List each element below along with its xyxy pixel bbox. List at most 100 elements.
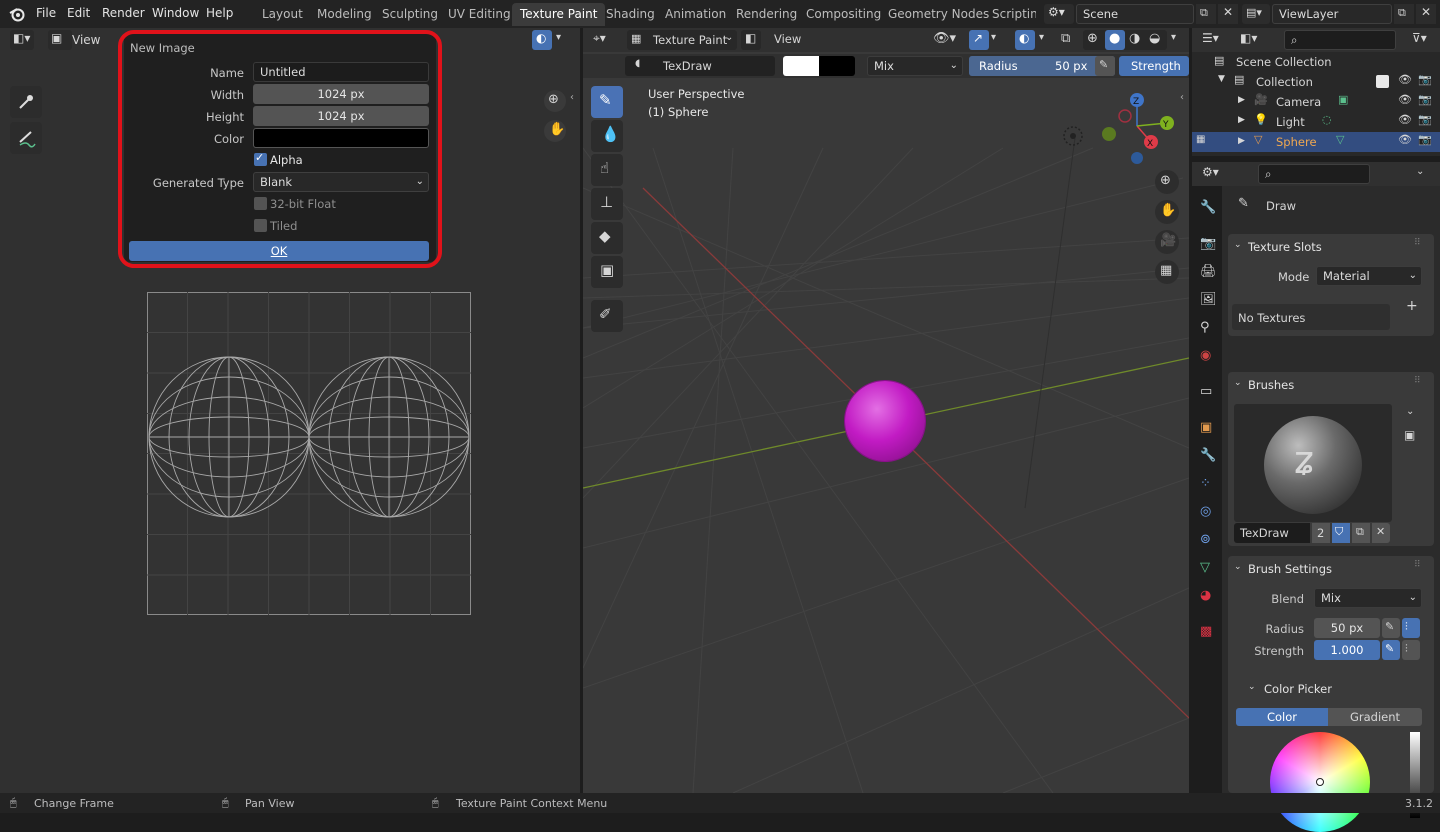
world-tab-icon[interactable]: ◉ (1200, 348, 1211, 363)
blender-logo-icon[interactable] (8, 5, 26, 23)
collection-tab-icon[interactable]: ▭ (1200, 384, 1212, 399)
output-tab-icon[interactable]: 🖨 (1200, 264, 1217, 279)
editor-type-button[interactable]: ◧▾ (10, 30, 34, 50)
mode-dropdown[interactable]: Material ⌄ (1316, 266, 1422, 286)
outliner-scene-collection[interactable]: Scene Collection (1236, 55, 1332, 69)
properties-editor-icon[interactable]: ⚙▾ (1202, 165, 1219, 179)
view-layer-tab-icon[interactable]: 🖼 (1200, 292, 1217, 307)
tab-sculpting[interactable]: Sculpting (374, 3, 446, 26)
alpha-label[interactable]: Alpha (270, 153, 303, 167)
remove-scene-button[interactable]: ✕ (1218, 4, 1238, 24)
constraints-tab-icon[interactable]: ⊚ (1200, 532, 1211, 547)
outliner-sphere[interactable]: Sphere (1276, 135, 1317, 149)
zoom-button[interactable]: ⊕ (1155, 170, 1179, 194)
display-mode-icon[interactable]: ◧▾ (1240, 31, 1257, 45)
properties-search[interactable]: ⌕ (1258, 164, 1370, 184)
outliner-row-sphere[interactable]: ▦ ▶ ▽ Sphere ▽ 👁 📷 (1192, 132, 1440, 152)
material-tab-icon[interactable]: ◕ (1200, 588, 1211, 603)
tool-tab-icon[interactable]: 🔧 (1200, 200, 1216, 215)
expand-arrow-icon[interactable]: ▶ (1238, 115, 1245, 125)
scene-browse-button[interactable]: ⚙▾ (1044, 4, 1074, 24)
camera-view-button[interactable]: 🎥 (1155, 230, 1179, 254)
add-slot-icon[interactable]: + (1406, 298, 1418, 314)
viewlayer-field[interactable]: ViewLayer (1272, 4, 1392, 24)
eye-icon[interactable]: 👁 (1398, 73, 1412, 86)
view-mode-button[interactable]: ▣ (48, 30, 72, 50)
tab-modeling[interactable]: Modeling (309, 3, 380, 26)
brush-name-field[interactable]: TexDraw (1234, 523, 1310, 543)
strength-pressure-button[interactable]: ✎ (1382, 640, 1400, 660)
radius-field[interactable]: 50 px (1314, 618, 1380, 638)
soften-tool-button[interactable]: 💧 (591, 120, 623, 152)
gradient-tab[interactable]: Gradient (1328, 708, 1422, 726)
scene-field[interactable]: Scene (1076, 4, 1194, 24)
render-camera-icon[interactable]: 📷 (1418, 93, 1432, 106)
remove-viewlayer-button[interactable]: ✕ (1416, 4, 1436, 24)
tab-scripting[interactable]: Scripting (984, 3, 1036, 26)
viewlayer-browse-button[interactable]: ▤▾ (1242, 4, 1270, 24)
data-tab-icon[interactable]: ▽ (1200, 560, 1210, 575)
color-wheel[interactable] (1270, 732, 1370, 832)
menu-help[interactable]: Help (206, 6, 233, 20)
collection-exclude-checkbox[interactable] (1376, 75, 1389, 88)
ok-button[interactable]: OK (129, 241, 429, 261)
tab-compositing[interactable]: Compositing (798, 3, 889, 26)
height-field[interactable]: 1024 px (253, 106, 429, 126)
navigation-gizmo[interactable]: Z X Y (1097, 88, 1177, 168)
menu-render[interactable]: Render (102, 6, 145, 20)
alpha-checkbox[interactable]: ✓ (254, 151, 267, 166)
render-camera-icon[interactable]: 📷 (1418, 73, 1432, 86)
mask-tool-button[interactable]: ▣ (591, 256, 623, 288)
expand-arrow-icon[interactable]: ▼ (1218, 74, 1225, 84)
image-icon[interactable]: ▣ (1404, 428, 1415, 442)
menu-file[interactable]: File (36, 6, 56, 20)
outliner-camera[interactable]: Camera (1276, 95, 1321, 109)
width-field[interactable]: 1024 px (253, 84, 429, 104)
tiled-label[interactable]: Tiled (270, 219, 297, 233)
mesh-data-icon[interactable]: ▽ (1336, 133, 1344, 146)
float-checkbox[interactable] (254, 197, 267, 210)
radius-pressure-button[interactable]: ✎ (1382, 618, 1400, 638)
brushes-title[interactable]: Brushes (1248, 378, 1294, 392)
filter-icon[interactable]: ⊽▾ (1412, 31, 1427, 45)
annotate-tool-button[interactable]: ✐ (591, 300, 623, 332)
menu-window[interactable]: Window (152, 6, 199, 20)
overlay-toggle-button[interactable]: ◐ (532, 30, 552, 50)
texture-slot-list[interactable]: No Textures (1232, 304, 1390, 330)
name-field[interactable]: Untitled (253, 62, 429, 82)
particles-tab-icon[interactable]: ⁘ (1200, 476, 1211, 491)
chevron-left-icon[interactable]: ‹ (570, 92, 574, 103)
smear-tool-button[interactable]: ☝ (591, 154, 623, 186)
pan-button[interactable]: ✋ (544, 120, 566, 142)
strength-unit-button[interactable]: ⫶ (1402, 640, 1420, 660)
scene-tab-icon[interactable]: ⚲ (1200, 320, 1210, 335)
draw-tool-button[interactable] (10, 122, 42, 154)
unlink-brush-button[interactable]: ✕ (1372, 523, 1390, 543)
new-scene-button[interactable]: ⧉ (1196, 4, 1216, 24)
expand-arrow-icon[interactable]: ▶ (1238, 136, 1245, 146)
new-viewlayer-button[interactable]: ⧉ (1394, 4, 1414, 24)
clone-tool-button[interactable]: ⊥ (591, 188, 623, 220)
camera-data-icon[interactable]: ▣ (1338, 93, 1348, 106)
drag-handle-icon[interactable]: ⠿ (1414, 560, 1421, 570)
tab-shading[interactable]: Shading (598, 3, 663, 26)
tab-animation[interactable]: Animation (657, 3, 734, 26)
3d-viewport[interactable]: ⌖▾ ▦ Texture Paint ⌄ ◧ View 👁▾ ↗ ▾ ◐ ▾ ⧉… (583, 28, 1189, 793)
color-wheel-cursor[interactable] (1316, 778, 1324, 786)
draw-tool-button[interactable]: ✎ (591, 86, 623, 118)
tiled-checkbox[interactable] (254, 219, 267, 232)
eye-icon[interactable]: 👁 (1398, 93, 1412, 106)
chevron-left-icon[interactable]: ‹ (1180, 92, 1184, 103)
outliner-editor-icon[interactable]: ☰▾ (1202, 31, 1219, 45)
tab-layout[interactable]: Layout (254, 3, 311, 26)
texture-slots-title[interactable]: Texture Slots (1248, 240, 1322, 254)
chevron-down-icon[interactable]: ▾ (556, 32, 561, 43)
modifier-tab-icon[interactable]: 🔧 (1200, 448, 1216, 463)
outliner-light[interactable]: Light (1276, 115, 1305, 129)
ortho-toggle-button[interactable]: ▦ (1155, 260, 1179, 284)
outliner-search[interactable]: ⌕ (1284, 30, 1396, 50)
collapse-arrow-icon[interactable]: ⌄ (1234, 562, 1242, 572)
chevron-down-icon[interactable]: ⌄ (1416, 166, 1424, 177)
strength-field[interactable]: 1.000 (1314, 640, 1380, 660)
collapse-arrow-icon[interactable]: ⌄ (1234, 240, 1242, 250)
